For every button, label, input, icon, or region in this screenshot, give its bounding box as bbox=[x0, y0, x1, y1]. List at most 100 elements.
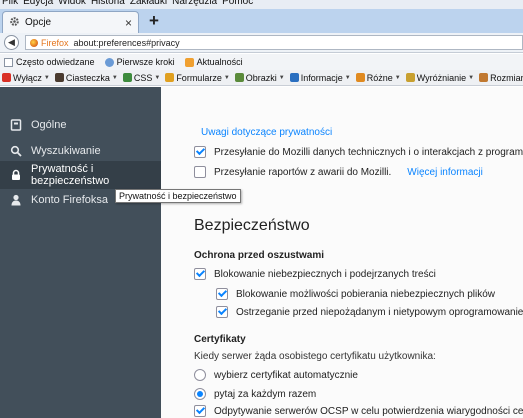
block-dangerous-row[interactable]: Blokowanie niebezpiecznych i podejrzanyc… bbox=[194, 268, 436, 280]
url-bar[interactable]: Firefox about:preferences#privacy bbox=[25, 35, 523, 50]
account-icon bbox=[10, 194, 22, 206]
category-label: Wyszukiwanie bbox=[31, 145, 101, 157]
page-icon bbox=[4, 57, 13, 67]
phishing-heading: Ochrona przed oszustwami bbox=[194, 250, 325, 261]
devtool-icon bbox=[54, 73, 64, 82]
bookmark-label: Pierwsze kroki bbox=[116, 57, 175, 67]
devtool-label: Informacje bbox=[300, 72, 343, 83]
gear-icon bbox=[9, 16, 20, 30]
menu-view[interactable]: Widok bbox=[58, 0, 86, 8]
devtool-label: Obrazki bbox=[245, 72, 277, 83]
data-collection-row[interactable]: Przesyłanie do Mozilli danych techniczny… bbox=[194, 146, 523, 158]
devtool-icon bbox=[405, 73, 415, 82]
checkbox[interactable] bbox=[194, 166, 206, 178]
menu-help[interactable]: Pomoc bbox=[222, 0, 253, 8]
bookmark-label: Aktualności bbox=[196, 57, 243, 67]
devtool-menu-button[interactable]: Wyróżnianie ▼ bbox=[405, 72, 475, 83]
identity-box[interactable]: Firefox bbox=[30, 38, 69, 48]
category-label: Ogólne bbox=[31, 119, 67, 131]
devtool-label: Różne bbox=[366, 72, 393, 83]
category-label: Prywatność i bezpieczeństwo bbox=[31, 163, 110, 187]
bookmark-label: Często odwiedzane bbox=[16, 57, 95, 67]
tab-strip: Opcje × + bbox=[0, 9, 523, 33]
menu-tools[interactable]: Narzędzia bbox=[172, 0, 217, 8]
dropdown-caret-icon: ▼ bbox=[344, 74, 351, 81]
checkbox-label: Przesyłanie raportów z awarii do Mozilli… bbox=[214, 166, 392, 178]
menu-file[interactable]: Plik bbox=[2, 0, 18, 8]
ocsp-row[interactable]: Odpytywanie serwerów OCSP w celu potwier… bbox=[194, 405, 523, 417]
rss-icon bbox=[184, 57, 194, 67]
checkbox[interactable] bbox=[216, 288, 228, 300]
globe-icon bbox=[104, 57, 114, 67]
checkbox[interactable] bbox=[194, 405, 206, 417]
devtool-menu-button[interactable]: Rozmiar▼ bbox=[479, 73, 523, 83]
category-general[interactable]: Ogólne bbox=[0, 111, 161, 139]
category-label: Konto Firefoksa bbox=[31, 194, 109, 206]
dropdown-caret-icon: ▼ bbox=[394, 74, 401, 81]
tab-options[interactable]: Opcje × bbox=[2, 11, 139, 33]
devtool-menu-button[interactable]: Wyłącz ▼ bbox=[2, 73, 50, 83]
tab-title: Opcje bbox=[25, 17, 52, 28]
menu-bar: Plik Edycja Widok Historia Zakładki Narz… bbox=[0, 0, 523, 9]
privacy-notice-link[interactable]: Uwagi dotyczące prywatności bbox=[201, 127, 332, 138]
certificates-description: Kiedy serwer żąda osobistego certyfikatu… bbox=[194, 351, 436, 362]
devtool-menu-button[interactable]: Różne ▼ bbox=[355, 72, 401, 83]
menu-bookmarks[interactable]: Zakładki bbox=[130, 0, 167, 8]
menu-edit[interactable]: Edycja bbox=[23, 0, 53, 8]
devtool-menu-button[interactable]: Formularze ▼ bbox=[165, 72, 230, 83]
bookmarks-toolbar: Często odwiedzane Pierwsze kroki Aktualn… bbox=[0, 54, 523, 70]
devtool-icon bbox=[234, 73, 244, 82]
devtool-label: CSS bbox=[133, 72, 153, 83]
devtool-menu-button[interactable]: Obrazki ▼ bbox=[234, 72, 285, 83]
checkbox-label: Blokowanie możliwości pobierania niebezp… bbox=[236, 288, 496, 300]
devtool-icon bbox=[479, 73, 489, 82]
radio-button[interactable] bbox=[194, 388, 206, 400]
search-icon bbox=[10, 145, 22, 157]
cert-auto-option[interactable]: wybierz certyfikat automatycznie bbox=[194, 369, 358, 381]
preferences-sidebar: Ogólne Wyszukiwanie Prywatność i bezpiec… bbox=[0, 87, 161, 418]
nav-bar: ◀ Firefox about:preferences#privacy bbox=[0, 33, 523, 53]
devtool-menu-button[interactable]: Ciasteczka ▼ bbox=[54, 72, 118, 83]
warn-unwanted-row[interactable]: Ostrzeganie przed niepożądanym i nietypo… bbox=[216, 306, 523, 318]
lock-icon bbox=[10, 169, 22, 181]
radio-button[interactable] bbox=[194, 369, 206, 381]
devtool-icon bbox=[355, 73, 365, 82]
category-privacy[interactable]: Prywatność i bezpieczeństwo bbox=[0, 161, 161, 189]
checkbox[interactable] bbox=[194, 268, 206, 280]
checkbox-label: Blokowanie niebezpiecznych i podejrzanyc… bbox=[214, 268, 436, 280]
devtool-menu-button[interactable]: Informacje ▼ bbox=[289, 72, 351, 83]
radio-label: pytaj za każdym razem bbox=[214, 388, 317, 400]
general-icon bbox=[10, 119, 22, 131]
preferences-content: Uwagi dotyczące prywatności Przesyłanie … bbox=[161, 87, 523, 418]
checkbox-label: Przesyłanie do Mozilli danych techniczny… bbox=[214, 146, 523, 158]
devtool-label: Formularze bbox=[176, 72, 222, 83]
devtool-icon bbox=[289, 73, 299, 82]
devtool-label: Ciasteczka bbox=[65, 72, 110, 83]
menu-history[interactable]: Historia bbox=[91, 0, 125, 8]
cert-ask-option[interactable]: pytaj za każdym razem bbox=[194, 388, 316, 400]
dropdown-caret-icon: ▼ bbox=[223, 74, 230, 81]
bookmark-getting-started[interactable]: Pierwsze kroki bbox=[104, 57, 175, 67]
bookmark-most-visited[interactable]: Często odwiedzane bbox=[4, 57, 95, 67]
security-heading: Bezpieczeństwo bbox=[194, 217, 310, 234]
devtool-label: Wyróżnianie bbox=[416, 72, 467, 83]
dropdown-caret-icon: ▼ bbox=[43, 74, 50, 81]
web-developer-toolbar: Wyłącz ▼ Ciasteczka ▼ CSS ▼ Formularze ▼ Obrazki… bbox=[0, 70, 523, 86]
new-tab-button[interactable]: + bbox=[144, 11, 164, 31]
checkbox-label: Odpytywanie serwerów OCSP w celu potwier… bbox=[214, 405, 523, 417]
certificates-heading: Certyfikaty bbox=[194, 334, 246, 345]
block-downloads-row[interactable]: Blokowanie możliwości pobierania niebezp… bbox=[216, 288, 495, 300]
dropdown-caret-icon: ▼ bbox=[468, 74, 475, 81]
devtool-menu-button[interactable]: CSS ▼ bbox=[122, 72, 160, 83]
radio-label: wybierz certyfikat automatycznie bbox=[214, 369, 358, 381]
url-text: about:preferences#privacy bbox=[73, 37, 180, 48]
identity-label: Firefox bbox=[41, 37, 69, 48]
tab-close-icon[interactable]: × bbox=[125, 16, 132, 30]
back-button[interactable]: ◀ bbox=[4, 35, 19, 50]
crash-reports-row[interactable]: Przesyłanie raportów z awarii do Mozilli… bbox=[194, 166, 483, 178]
checkbox[interactable] bbox=[194, 146, 206, 158]
firefox-icon bbox=[30, 38, 38, 47]
learn-more-link[interactable]: Więcej informacji bbox=[407, 167, 483, 178]
bookmark-news[interactable]: Aktualności bbox=[184, 57, 243, 67]
checkbox[interactable] bbox=[216, 306, 228, 318]
